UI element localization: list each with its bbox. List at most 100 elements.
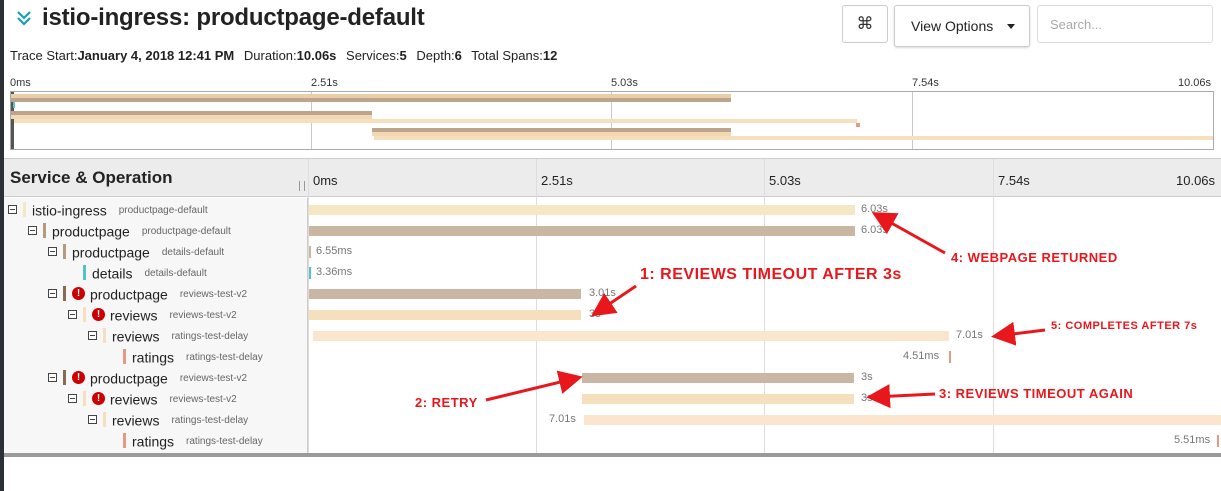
trace-minimap[interactable]: 0ms 2.51s 5.03s 7.54s 10.06s [10, 77, 1214, 150]
horizontal-scrollbar[interactable] [4, 453, 1221, 457]
span-row[interactable]: ratings ratings-test-delay 5.51ms [4, 431, 1221, 452]
trace-header: istio-ingress: productpage-default ⌘ Vie… [4, 0, 1221, 68]
span-bar[interactable] [949, 351, 951, 363]
view-options-dropdown[interactable]: View Options [894, 5, 1030, 47]
span-row[interactable]: reviews ratings-test-delay 7.01s [4, 410, 1221, 431]
collapse-toggle-icon[interactable] [28, 226, 37, 236]
service-color-marker [63, 286, 66, 302]
collapse-toggle-icon[interactable] [48, 373, 57, 383]
collapse-toggle-icon[interactable] [48, 247, 57, 257]
trace-start-key: Trace Start: [10, 48, 78, 63]
command-icon: ⌘ [856, 14, 874, 33]
span-name[interactable]: ratings ratings-test-delay [123, 347, 263, 368]
span-graph: Service & Operation 0ms 2.51s 5.03s 7.54… [4, 158, 1221, 457]
span-row[interactable]: productpage productpage-default 6.03s [4, 221, 1221, 242]
minimap-gridline [912, 92, 913, 149]
span-name[interactable]: istio-ingress productpage-default [8, 200, 208, 221]
span-row[interactable]: details details-default 3.36ms [4, 263, 1221, 284]
service-name: reviews [112, 328, 160, 345]
caret-down-icon [1007, 24, 1015, 29]
span-name[interactable]: ! reviews reviews-test-v2 [68, 305, 237, 326]
operation-name: details-default [161, 247, 225, 259]
services-key: Services: [346, 48, 400, 63]
service-name: productpage [52, 223, 130, 240]
span-duration: 3.36ms [316, 266, 353, 278]
span-bar[interactable] [309, 226, 855, 236]
service-color-marker [43, 223, 46, 239]
annotation-timeout-again: 3: REVIEWS TIMEOUT AGAIN [939, 386, 1134, 401]
span-bar[interactable] [309, 246, 311, 258]
span-bar[interactable] [309, 205, 855, 215]
span-name[interactable]: ! productpage reviews-test-v2 [48, 284, 247, 305]
service-color-marker [63, 244, 66, 260]
error-icon: ! [72, 371, 85, 385]
span-bar[interactable] [584, 415, 1221, 425]
trace-start-value: January 4, 2018 12:41 PM [77, 48, 235, 63]
chevron-double-down-icon[interactable] [16, 7, 36, 31]
span-duration: 7.01s [549, 413, 576, 425]
span-bar[interactable] [582, 373, 854, 383]
span-name[interactable]: details details-default [83, 263, 207, 284]
operation-name: ratings-test-delay [186, 352, 263, 364]
operation-name: reviews-test-v2 [179, 373, 248, 385]
span-bar[interactable] [309, 289, 581, 299]
collapse-toggle-icon[interactable] [88, 331, 97, 341]
annotation-webpage-returned: 4: WEBPAGE RETURNED [951, 250, 1118, 265]
span-duration: 6.03s [861, 203, 888, 215]
error-icon: ! [72, 287, 85, 301]
span-row[interactable]: reviews ratings-test-delay 7.01s [4, 326, 1221, 347]
span-name[interactable]: productpage details-default [48, 242, 224, 263]
span-bar[interactable] [309, 310, 581, 320]
span-row[interactable]: ! productpage reviews-test-v2 3.01s [4, 284, 1221, 305]
service-name: ratings [132, 349, 175, 366]
span-bar[interactable] [309, 267, 311, 279]
service-name: reviews [110, 391, 158, 408]
service-color-marker [83, 265, 86, 281]
span-duration: 3s [861, 392, 873, 404]
span-duration: 6.03s [861, 224, 888, 236]
service-name: ratings [132, 433, 175, 450]
services-value: 5 [399, 48, 407, 63]
service-name: reviews [110, 307, 158, 324]
minimap-span [14, 119, 857, 123]
span-name[interactable]: ratings ratings-test-delay [123, 431, 263, 452]
total-spans-key: Total Spans: [471, 48, 543, 63]
view-options-label: View Options [911, 18, 994, 34]
span-name[interactable]: ! productpage reviews-test-v2 [48, 368, 247, 389]
operation-name: details-default [144, 268, 207, 280]
span-name[interactable]: productpage productpage-default [28, 221, 231, 242]
error-icon: ! [92, 308, 105, 322]
trace-meta: Trace Start:January 4, 2018 12:41 PM Dur… [10, 48, 563, 63]
span-bar[interactable] [313, 331, 949, 341]
minimap-span [374, 136, 1213, 140]
span-name[interactable]: ! reviews reviews-test-v2 [68, 389, 237, 410]
annotation-reviews-timeout: 1: REVIEWS TIMEOUT AFTER 3s [640, 266, 902, 283]
service-name: productpage [90, 286, 168, 303]
keyboard-shortcuts-button[interactable]: ⌘ [842, 5, 888, 43]
column-resizer[interactable] [299, 181, 305, 191]
collapse-toggle-icon[interactable] [8, 205, 17, 215]
minimap-tick-label: 7.54s [912, 77, 939, 89]
span-bar[interactable] [1217, 435, 1219, 447]
minimap-span [11, 98, 731, 102]
span-row[interactable]: ratings ratings-test-delay 4.51ms [4, 347, 1221, 368]
span-row[interactable]: ! reviews reviews-test-v2 3s [4, 305, 1221, 326]
operation-name: productpage-default [141, 226, 231, 238]
service-name: istio-ingress [32, 202, 107, 219]
collapse-toggle-icon[interactable] [48, 289, 57, 299]
span-name[interactable]: reviews ratings-test-delay [88, 326, 248, 347]
search-input[interactable] [1037, 5, 1213, 43]
span-name[interactable]: reviews ratings-test-delay [88, 410, 248, 431]
trace-title: istio-ingress: productpage-default [42, 4, 425, 31]
collapse-toggle-icon[interactable] [88, 415, 97, 425]
minimap-tick-label: 0ms [10, 77, 31, 89]
span-row[interactable]: istio-ingress productpage-default 6.03s [4, 200, 1221, 221]
depth-value: 6 [454, 48, 462, 63]
collapse-toggle-icon[interactable] [68, 310, 77, 320]
service-name: productpage [72, 244, 150, 261]
span-bar[interactable] [582, 394, 854, 404]
minimap-canvas[interactable] [10, 91, 1214, 150]
collapse-toggle-icon[interactable] [68, 394, 77, 404]
operation-name: productpage-default [118, 205, 208, 217]
operation-name: reviews-test-v2 [169, 394, 237, 406]
